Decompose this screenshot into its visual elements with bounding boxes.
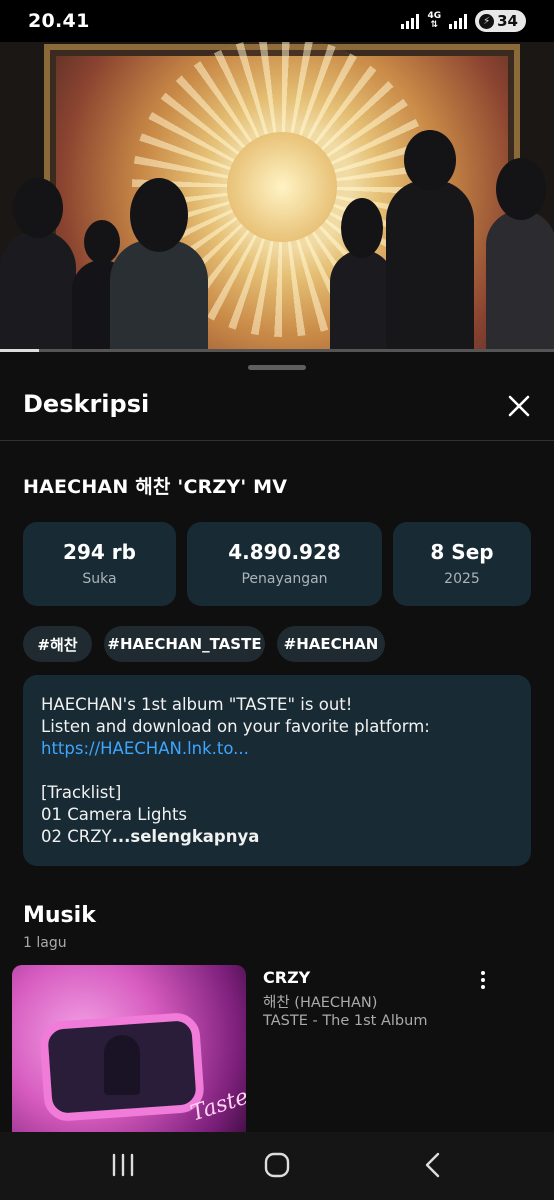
album-art[interactable]: Taste	[12, 965, 246, 1132]
video-player[interactable]	[0, 42, 554, 350]
home-icon	[264, 1152, 290, 1178]
hashtag-chip[interactable]: #HAECHAN	[277, 626, 385, 662]
show-more-link[interactable]: ...selengkapnya	[112, 827, 260, 846]
signal-icon	[401, 13, 420, 29]
recents-button[interactable]	[93, 1146, 153, 1184]
status-icons: 4G ⇅ ⚡ 34	[401, 9, 526, 33]
stat-value: 4.890.928	[228, 540, 341, 564]
song-title[interactable]: CRZY	[263, 968, 310, 987]
stat-label: 2025	[444, 571, 480, 587]
sheet-drag-handle[interactable]	[248, 365, 306, 370]
system-nav-bar	[0, 1132, 554, 1200]
battery-level: 34	[497, 12, 518, 30]
stat-date: 8 Sep 2025	[393, 522, 531, 606]
saver-bolt-icon: ⚡	[479, 13, 495, 29]
stat-views: 4.890.928 Penayangan	[187, 522, 382, 606]
more-options-button[interactable]	[470, 966, 496, 994]
sheet-title: Deskripsi	[23, 390, 150, 418]
song-album: TASTE - The 1st Album	[263, 1013, 428, 1029]
song-artist: 해찬 (HAECHAN)	[263, 995, 378, 1011]
music-section-title: Musik	[23, 903, 96, 928]
description-sheet: Deskripsi HAECHAN 해찬 'CRZY' MV 294 rb Su…	[0, 352, 554, 1132]
status-time: 20.41	[28, 10, 90, 32]
video-title: HAECHAN 해찬 'CRZY' MV	[23, 476, 288, 498]
hashtag-chip[interactable]: #해찬	[23, 626, 92, 662]
stat-value: 8 Sep	[430, 540, 494, 564]
divider	[0, 440, 554, 441]
status-bar: 20.41 4G ⇅ ⚡ 34	[0, 0, 554, 42]
kebab-icon	[481, 971, 485, 975]
hashtag-chip[interactable]: #HAECHAN_TASTE	[104, 626, 265, 662]
back-button[interactable]	[403, 1146, 463, 1184]
description-line: [Tracklist]	[41, 783, 122, 802]
description-box[interactable]: HAECHAN's 1st album "TASTE" is out! List…	[23, 675, 531, 866]
recents-icon	[112, 1153, 134, 1177]
description-line: 02 CRZY	[41, 827, 112, 846]
description-line: HAECHAN's 1st album "TASTE" is out!	[41, 695, 353, 714]
stat-label: Suka	[82, 571, 117, 587]
network-type: 4G ⇅	[427, 11, 442, 30]
description-line: 01 Camera Lights	[41, 805, 188, 824]
home-button[interactable]	[247, 1146, 307, 1184]
battery-indicator: ⚡ 34	[475, 10, 526, 32]
stat-label: Penayangan	[241, 571, 328, 587]
stat-value: 294 rb	[63, 540, 136, 564]
description-line: Listen and download on your favorite pla…	[41, 717, 430, 736]
description-link[interactable]: https://HAECHAN.lnk.to...	[41, 738, 513, 760]
signal-icon-secondary	[449, 13, 468, 29]
back-icon	[425, 1152, 440, 1178]
music-section-count: 1 lagu	[23, 935, 67, 951]
stat-likes: 294 rb Suka	[23, 522, 176, 606]
close-icon	[508, 395, 530, 417]
close-button[interactable]	[501, 388, 537, 424]
